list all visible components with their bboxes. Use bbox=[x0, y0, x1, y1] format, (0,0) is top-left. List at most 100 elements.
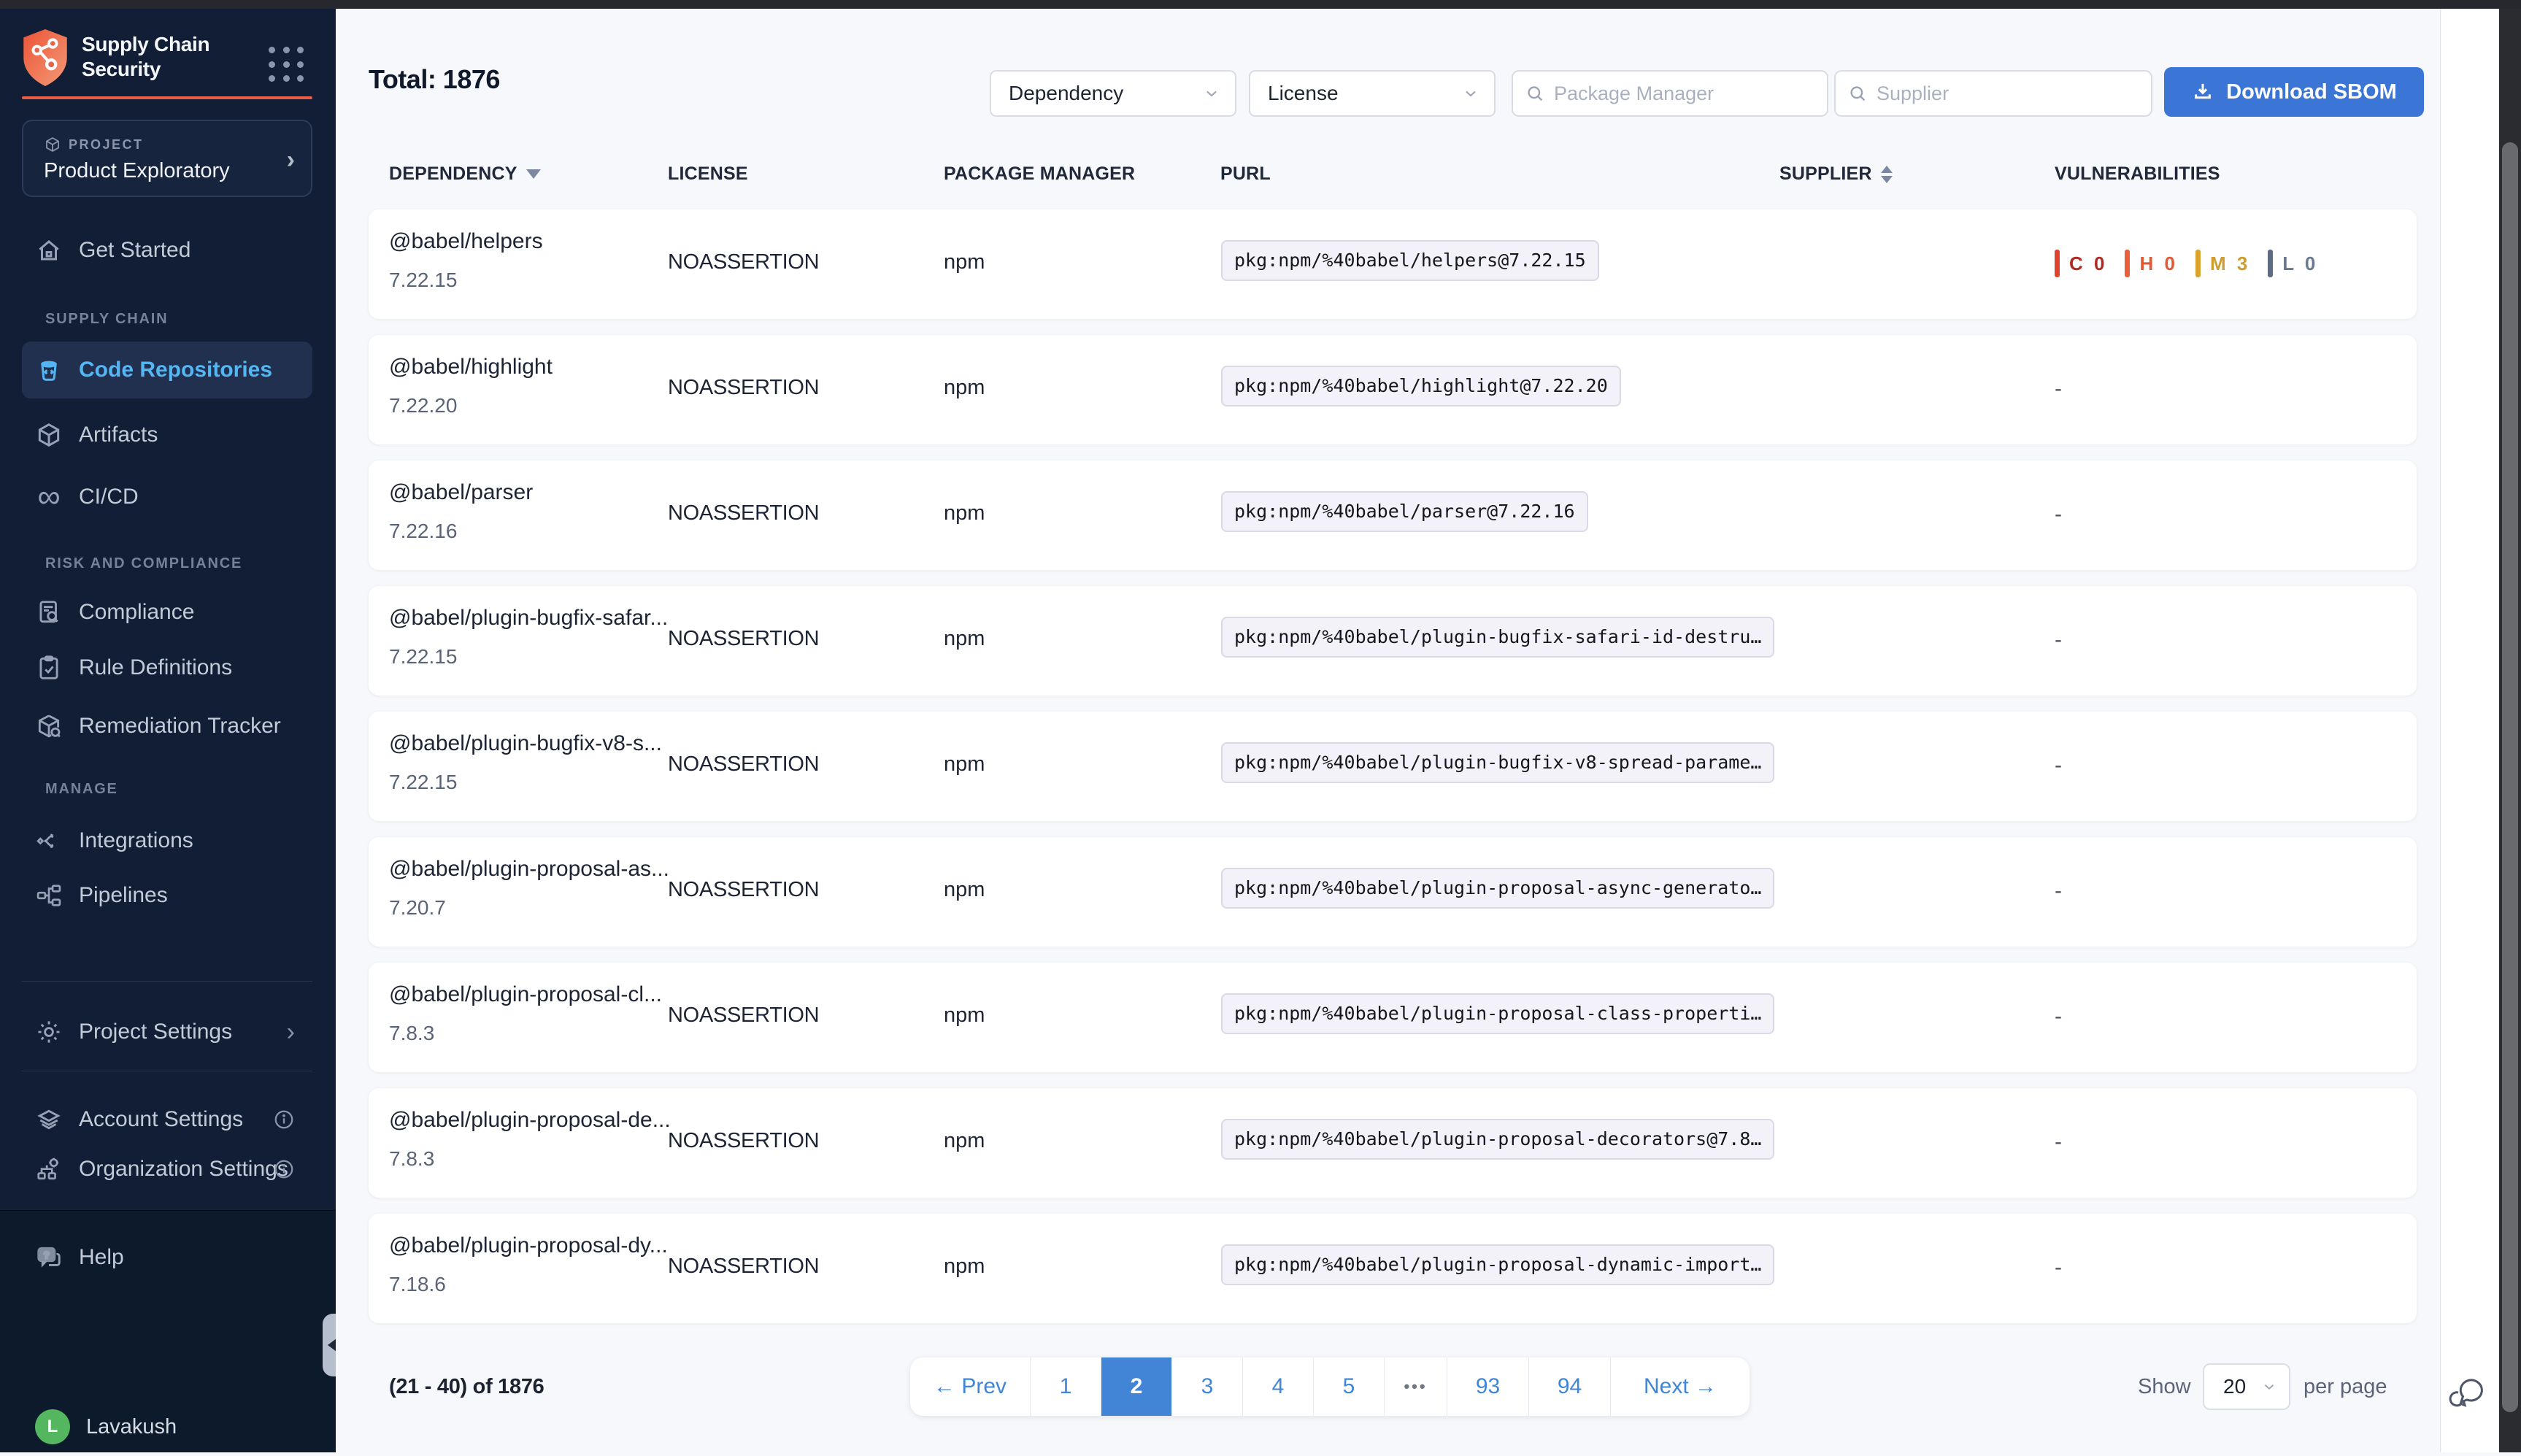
table-row[interactable]: @babel/plugin-bugfix-v8-s... 7.22.15 NOA… bbox=[369, 712, 2417, 821]
no-vulnerabilities-dash: - bbox=[2055, 628, 2062, 652]
package-manager-search[interactable] bbox=[1512, 70, 1828, 117]
document-search-icon bbox=[35, 598, 63, 626]
sidebar-item-remediation-tracker[interactable]: Remediation Tracker bbox=[0, 697, 336, 755]
vulnerabilities-cell: C 0H 0M 3L 0 bbox=[2055, 243, 2336, 284]
table-row[interactable]: @babel/plugin-proposal-cl... 7.8.3 NOASS… bbox=[369, 963, 2417, 1072]
user-menu[interactable]: L Lavakush bbox=[0, 1398, 336, 1456]
info-icon[interactable] bbox=[273, 1158, 295, 1180]
sidebar-item-integrations[interactable]: Integrations bbox=[0, 812, 336, 870]
table-row[interactable]: @babel/parser 7.22.16 NOASSERTION npm pk… bbox=[369, 461, 2417, 570]
table-row[interactable]: @babel/helpers 7.22.15 NOASSERTION npm p… bbox=[369, 209, 2417, 319]
search-input[interactable] bbox=[1554, 82, 1815, 105]
vulnerabilities-cell: - bbox=[2055, 996, 2062, 1037]
app-switcher-icon[interactable] bbox=[269, 47, 307, 85]
supplier-search[interactable] bbox=[1834, 70, 2152, 117]
sidebar-item-cicd[interactable]: ∞ CI/CD bbox=[0, 468, 336, 526]
pagination-page-1[interactable]: 1 bbox=[1031, 1357, 1101, 1416]
sidebar-item-organization-settings[interactable]: Organization Settings bbox=[0, 1144, 336, 1195]
purl-value[interactable]: pkg:npm/%40babel/helpers@7.22.15 bbox=[1221, 240, 1599, 281]
sidebar-item-label: Get Started bbox=[79, 238, 190, 263]
search-icon bbox=[1525, 83, 1545, 104]
sidebar-item-label: Pipelines bbox=[79, 883, 168, 908]
table-row[interactable]: @babel/plugin-proposal-dy... 7.18.6 NOAS… bbox=[369, 1214, 2417, 1323]
dependency-name: @babel/plugin-proposal-cl... bbox=[389, 982, 662, 1007]
purl-value[interactable]: pkg:npm/%40babel/highlight@7.22.20 bbox=[1221, 366, 1621, 407]
search-input[interactable] bbox=[1877, 82, 2139, 105]
sidebar-item-help[interactable]: ? Help bbox=[0, 1228, 336, 1287]
purl-value[interactable]: pkg:npm/%40babel/parser@7.22.16 bbox=[1221, 491, 1588, 532]
app-logo-shield-icon bbox=[20, 28, 70, 88]
svg-text:?: ? bbox=[44, 1249, 50, 1260]
vulnerabilities-cell: - bbox=[2055, 1122, 2062, 1163]
sidebar-item-label: Remediation Tracker bbox=[79, 714, 281, 739]
pipelines-icon bbox=[35, 882, 63, 909]
pagination-ellipsis[interactable]: ••• bbox=[1385, 1357, 1447, 1416]
column-header-supplier[interactable]: SUPPLIER bbox=[1779, 163, 1893, 185]
sidebar-item-code-repositories[interactable]: Code Repositories bbox=[22, 342, 312, 398]
table-row[interactable]: @babel/highlight 7.22.20 NOASSERTION npm… bbox=[369, 335, 2417, 444]
pagination-page-2[interactable]: 2 bbox=[1101, 1357, 1172, 1416]
license-filter-select[interactable]: License bbox=[1249, 70, 1496, 117]
purl-value[interactable]: pkg:npm/%40babel/plugin-bugfix-safari-id… bbox=[1221, 617, 1774, 658]
purl-value[interactable]: pkg:npm/%40babel/plugin-proposal-dynamic… bbox=[1221, 1244, 1774, 1285]
sidebar-item-account-settings[interactable]: Account Settings bbox=[0, 1094, 336, 1145]
layers-gear-icon bbox=[35, 1106, 63, 1133]
dependency-name: @babel/plugin-proposal-as... bbox=[389, 857, 669, 882]
select-value: Dependency bbox=[1009, 82, 1123, 105]
download-sbom-button[interactable]: Download SBOM bbox=[2164, 67, 2424, 117]
vulnerability-badge-h: H 0 bbox=[2125, 250, 2177, 277]
dependency-name: @babel/parser bbox=[389, 480, 533, 505]
select-value: 20 bbox=[2223, 1375, 2246, 1398]
package-manager-value: npm bbox=[944, 1255, 985, 1279]
vulnerability-badge-m: M 3 bbox=[2195, 250, 2250, 277]
purl-value[interactable]: pkg:npm/%40babel/plugin-bugfix-v8-spread… bbox=[1221, 742, 1774, 783]
table-row[interactable]: @babel/plugin-proposal-de... 7.8.3 NOASS… bbox=[369, 1088, 2417, 1198]
page-size-select[interactable]: 20 bbox=[2203, 1363, 2290, 1410]
license-value: NOASSERTION bbox=[668, 1255, 819, 1279]
pagination-page-94[interactable]: 94 bbox=[1529, 1357, 1611, 1416]
pagination-page-5[interactable]: 5 bbox=[1314, 1357, 1385, 1416]
purl-value[interactable]: pkg:npm/%40babel/plugin-proposal-class-p… bbox=[1221, 993, 1774, 1034]
column-header-dependency[interactable]: DEPENDENCY bbox=[389, 163, 541, 185]
dependency-version: 7.22.15 bbox=[389, 269, 457, 292]
integrations-icon bbox=[35, 827, 63, 855]
license-value: NOASSERTION bbox=[668, 878, 819, 902]
dependency-version: 7.20.7 bbox=[389, 896, 446, 920]
sidebar-section-supply-chain: SUPPLY CHAIN bbox=[45, 311, 168, 328]
table-row[interactable]: @babel/plugin-proposal-as... 7.20.7 NOAS… bbox=[369, 837, 2417, 947]
package-manager-value: npm bbox=[944, 878, 985, 902]
license-value: NOASSERTION bbox=[668, 752, 819, 777]
purl-cell: pkg:npm/%40babel/plugin-proposal-class-p… bbox=[1221, 993, 1774, 1034]
no-vulnerabilities-dash: - bbox=[2055, 1004, 2062, 1029]
main-content: Total: 1876 Dependency License Download … bbox=[336, 9, 2441, 1452]
cube-icon bbox=[35, 421, 63, 449]
chevron-down-icon bbox=[1203, 85, 1220, 102]
no-vulnerabilities-dash: - bbox=[2055, 753, 2062, 778]
column-header-license: LICENSE bbox=[668, 163, 748, 185]
search-icon bbox=[1847, 83, 1868, 104]
table-row[interactable]: @babel/plugin-bugfix-safar... 7.22.15 NO… bbox=[369, 586, 2417, 696]
scrollbar-thumb[interactable] bbox=[2502, 142, 2518, 1412]
chat-support-icon[interactable] bbox=[2447, 1369, 2490, 1413]
purl-value[interactable]: pkg:npm/%40babel/plugin-proposal-async-g… bbox=[1221, 868, 1774, 909]
package-manager-value: npm bbox=[944, 627, 985, 651]
pagination-page-3[interactable]: 3 bbox=[1172, 1357, 1243, 1416]
sidebar-item-project-settings[interactable]: Project Settings › bbox=[0, 1003, 336, 1061]
severity-count: C 0 bbox=[2069, 253, 2107, 275]
license-value: NOASSERTION bbox=[668, 250, 819, 274]
dependency-filter-select[interactable]: Dependency bbox=[990, 70, 1236, 117]
pagination-page-93[interactable]: 93 bbox=[1447, 1357, 1529, 1416]
sidebar-item-artifacts[interactable]: Artifacts bbox=[0, 406, 336, 464]
project-selector[interactable]: PROJECT Product Exploratory › bbox=[22, 120, 312, 197]
license-value: NOASSERTION bbox=[668, 501, 819, 525]
sidebar-item-rule-definitions[interactable]: Rule Definitions bbox=[0, 639, 336, 697]
sidebar-item-get-started[interactable]: Get Started bbox=[0, 221, 336, 280]
pagination-next-button[interactable]: Next → bbox=[1611, 1357, 1750, 1416]
pagination-page-4[interactable]: 4 bbox=[1243, 1357, 1314, 1416]
license-value: NOASSERTION bbox=[668, 1129, 819, 1153]
sidebar-item-compliance[interactable]: Compliance bbox=[0, 583, 336, 642]
sidebar-item-pipelines[interactable]: Pipelines bbox=[0, 866, 336, 925]
pagination-prev-button[interactable]: ← Prev bbox=[910, 1357, 1031, 1416]
purl-value[interactable]: pkg:npm/%40babel/plugin-proposal-decorat… bbox=[1221, 1119, 1774, 1160]
info-icon[interactable] bbox=[273, 1109, 295, 1130]
